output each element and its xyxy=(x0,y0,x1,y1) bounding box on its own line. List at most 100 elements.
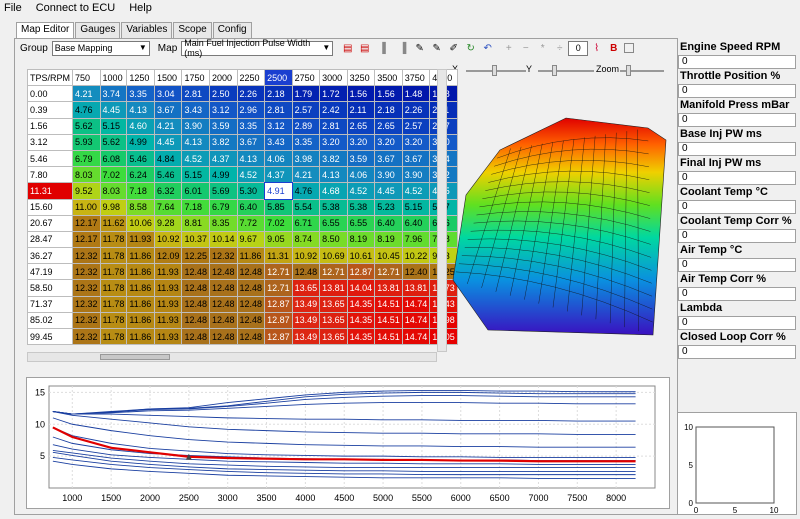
map-cell[interactable]: 6.55 xyxy=(346,214,376,232)
map-cell[interactable]: 4.21 xyxy=(153,117,183,135)
map-cell[interactable]: 5.46 xyxy=(126,149,155,168)
map-cell[interactable]: 10.92 xyxy=(153,230,183,249)
map-cell[interactable]: 5.46 xyxy=(153,166,183,184)
map-cell[interactable]: 12.25 xyxy=(181,247,210,265)
map-cell[interactable]: 12.48 xyxy=(236,263,266,281)
map-cell[interactable]: 11.78 xyxy=(99,279,128,297)
map-cell[interactable]: 11.78 xyxy=(99,311,128,330)
menu-help[interactable]: Help xyxy=(129,2,152,14)
map-cell[interactable]: 4.68 xyxy=(319,182,348,200)
map-cell[interactable]: 3.20 xyxy=(319,133,348,151)
map-cell[interactable]: 10.61 xyxy=(346,247,376,265)
bold-b-icon[interactable]: B xyxy=(607,42,620,55)
undo-icon[interactable]: ↶ xyxy=(481,42,494,55)
map-cell[interactable]: 12.09 xyxy=(153,247,183,265)
map-cell[interactable]: 12.87 xyxy=(264,327,293,346)
map-cell[interactable]: 4.99 xyxy=(209,166,238,184)
map-cell[interactable]: 3.12 xyxy=(209,101,238,119)
map-cell[interactable]: 12.71 xyxy=(264,279,293,297)
map-cell[interactable]: 7.96 xyxy=(401,230,431,249)
map-cell[interactable]: 3.35 xyxy=(126,85,155,103)
map-cell[interactable]: 3.67 xyxy=(153,101,183,119)
checkbox-icon[interactable] xyxy=(624,43,635,53)
map-cell[interactable]: 12.32 xyxy=(72,247,101,265)
map-cell[interactable]: 3.04 xyxy=(153,85,183,103)
add-icon[interactable]: + xyxy=(502,42,515,55)
map-cell[interactable]: 12.48 xyxy=(291,263,321,281)
map-cell[interactable]: 8.03 xyxy=(72,166,101,184)
map-cell[interactable]: 5.54 xyxy=(291,198,321,216)
map-cell[interactable]: 12.87 xyxy=(264,311,293,330)
fuel-map-3d-surface[interactable] xyxy=(448,100,670,362)
map-cell[interactable]: 7.64 xyxy=(153,198,183,216)
map-cell[interactable]: 11.93 xyxy=(153,311,183,330)
map-cell[interactable]: 12.71 xyxy=(319,263,348,281)
tab-config[interactable]: Config xyxy=(212,22,252,38)
map-cell[interactable]: 13.65 xyxy=(319,327,348,346)
rpm-header-cell[interactable]: 750 xyxy=(72,68,101,87)
y-slider-thumb[interactable] xyxy=(552,65,557,76)
menu-connect[interactable]: Connect to ECU xyxy=(36,2,115,14)
map-cell[interactable]: 5.30 xyxy=(236,182,266,200)
divide-icon[interactable]: ÷ xyxy=(553,42,566,55)
rpm-header-cell[interactable]: 2500 xyxy=(264,68,293,87)
map-cell[interactable]: 2.42 xyxy=(319,101,348,119)
map-cell[interactable]: 12.87 xyxy=(346,263,376,281)
rpm-header-cell[interactable]: 1500 xyxy=(153,68,183,87)
map-cell[interactable]: 4.13 xyxy=(181,133,210,151)
rpm-header-cell[interactable]: 3000 xyxy=(319,68,348,87)
map-cell[interactable]: 4.06 xyxy=(264,149,293,168)
map-cell[interactable]: 3.90 xyxy=(401,166,431,184)
map-cell[interactable]: 3.90 xyxy=(374,166,403,184)
map-cell[interactable]: 4.21 xyxy=(291,166,321,184)
map-cell[interactable]: 11.86 xyxy=(236,247,266,265)
map-cell[interactable]: 4.76 xyxy=(291,182,321,200)
load-map-icon[interactable]: ▤ xyxy=(341,42,354,55)
refresh-icon[interactable]: ↻ xyxy=(464,42,477,55)
rpm-header-cell[interactable]: 1750 xyxy=(181,68,210,87)
map-cell[interactable]: 4.91 xyxy=(263,181,294,201)
zoom-slider-thumb[interactable] xyxy=(626,65,631,76)
map-cell[interactable]: 11.86 xyxy=(126,247,155,265)
map-cell[interactable]: 6.71 xyxy=(291,214,321,232)
map-cell[interactable]: 4.37 xyxy=(209,149,238,168)
map-cell[interactable]: 8.19 xyxy=(374,230,403,249)
map-cell[interactable]: 11.86 xyxy=(126,263,155,281)
map-line-chart[interactable]: 1000 1500 2000 2500 3000 3500 4000 4500 5000 5500… xyxy=(26,377,670,509)
map-cell[interactable]: 4.37 xyxy=(264,166,293,184)
tps-row-header[interactable]: 85.02 xyxy=(26,311,74,330)
map-cell[interactable]: 12.32 xyxy=(72,327,101,346)
map-cell[interactable]: 3.59 xyxy=(209,117,238,135)
map-cell[interactable]: 2.65 xyxy=(374,117,403,135)
tab-scope[interactable]: Scope xyxy=(173,22,212,38)
map-cell[interactable]: 7.72 xyxy=(236,214,266,232)
map-cell[interactable]: 4.99 xyxy=(126,133,155,151)
map-cell[interactable]: 12.48 xyxy=(236,311,266,330)
map-cell[interactable]: 14.35 xyxy=(346,311,376,330)
tps-row-header[interactable]: 58.50 xyxy=(26,279,74,297)
map-cell[interactable]: 14.35 xyxy=(346,295,376,313)
map-cell[interactable]: 3.90 xyxy=(181,117,210,135)
map-cell[interactable]: 3.98 xyxy=(291,149,321,168)
map-cell[interactable]: 14.74 xyxy=(401,327,431,346)
map-cell[interactable]: 9.05 xyxy=(264,230,293,249)
map-cell[interactable]: 1.72 xyxy=(319,85,348,103)
map-cell[interactable]: 2.26 xyxy=(236,85,266,103)
rpm-header-cell[interactable]: 2750 xyxy=(291,68,321,87)
map-select[interactable]: Main Fuel Injection Pulse Width (ms) ▼ xyxy=(181,38,334,58)
group-select[interactable]: Base Mapping ▼ xyxy=(51,40,150,56)
tps-row-header[interactable]: 0.00 xyxy=(26,85,74,103)
map-cell[interactable]: 13.65 xyxy=(319,311,348,330)
map-cell[interactable]: 4.84 xyxy=(153,149,183,168)
map-cell[interactable]: 11.78 xyxy=(99,247,128,265)
map-cell[interactable]: 9.67 xyxy=(236,230,266,249)
map-cell[interactable]: 11.62 xyxy=(99,214,128,232)
tps-row-header[interactable]: 1.56 xyxy=(26,117,74,135)
tps-row-header[interactable]: 36.27 xyxy=(26,247,74,265)
map-cell[interactable]: 2.18 xyxy=(374,101,403,119)
map-cell[interactable]: 13.81 xyxy=(374,279,403,297)
map-cell[interactable]: 2.96 xyxy=(236,101,266,119)
map-cell[interactable]: 4.76 xyxy=(72,101,101,119)
map-cell[interactable]: 4.60 xyxy=(126,117,155,135)
map-cell[interactable]: 11.93 xyxy=(153,279,183,297)
